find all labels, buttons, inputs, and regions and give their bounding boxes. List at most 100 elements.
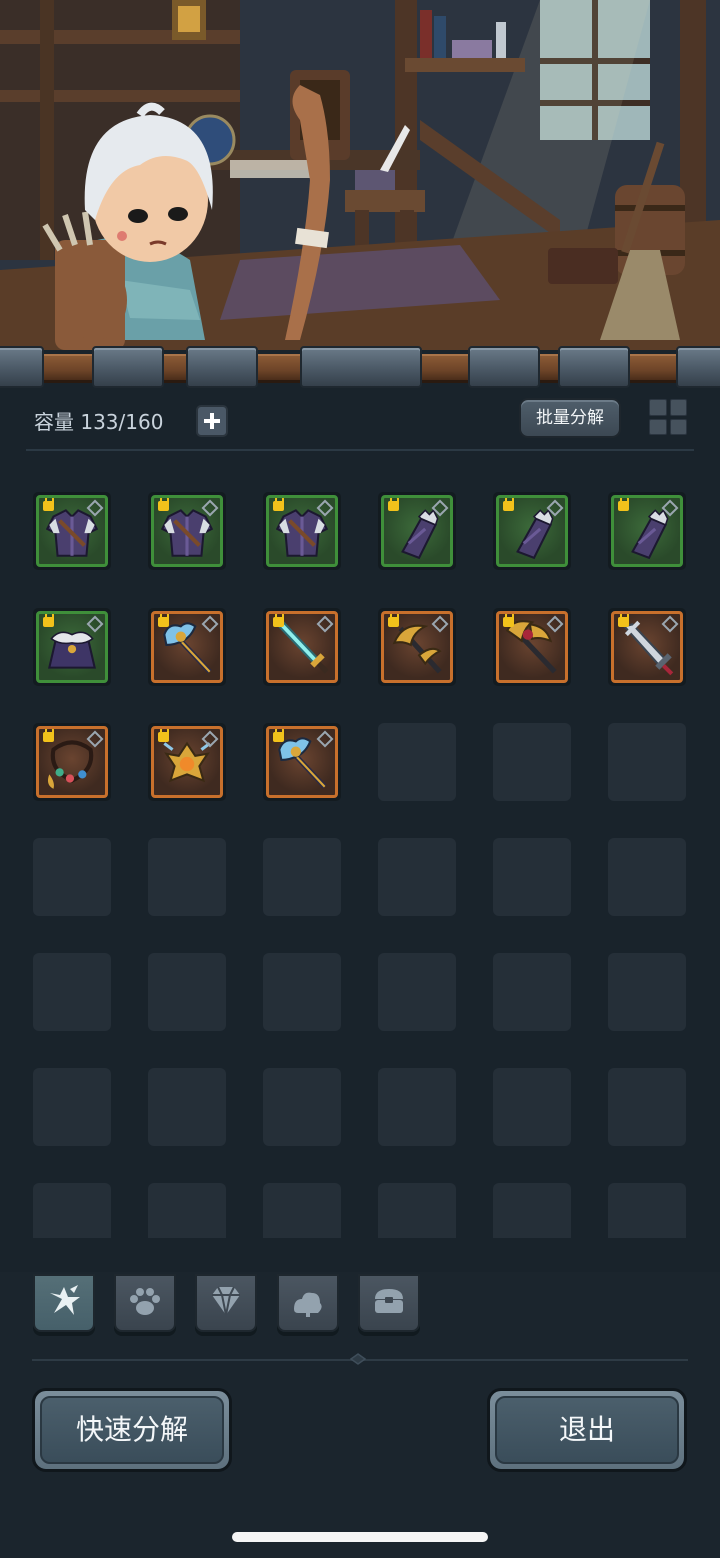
tab-materials[interactable] [277,1274,339,1332]
inventory-item[interactable] [148,608,226,686]
lock-icon [503,498,514,511]
empty-slot[interactable] [263,838,341,916]
inventory-item[interactable] [263,492,341,570]
inventory-grid [0,458,720,1238]
empty-slot[interactable] [608,1068,686,1146]
lock-icon [43,498,54,511]
empty-slot[interactable] [33,953,111,1031]
item-frame [381,611,453,683]
empty-slot[interactable] [148,1068,226,1146]
lock-icon [618,614,629,627]
lock-icon [43,614,54,627]
weapon-burst-icon [50,1285,80,1315]
empty-slot[interactable] [378,1183,456,1238]
empty-slot[interactable] [378,1068,456,1146]
inventory-item[interactable] [33,608,111,686]
lock-icon [388,614,399,627]
inventory-item[interactable] [378,608,456,686]
item-frame [36,495,108,567]
inventory-item[interactable] [493,608,571,686]
inventory-item[interactable] [33,723,111,801]
empty-slot[interactable] [148,838,226,916]
tab-gems[interactable] [195,1274,257,1332]
inventory-item[interactable] [608,492,686,570]
empty-slot[interactable] [608,838,686,916]
lock-icon [388,498,399,511]
item-frame [151,726,223,798]
empty-slot[interactable] [263,1068,341,1146]
lock-icon [158,614,169,627]
empty-slot[interactable] [493,723,571,801]
empty-slot[interactable] [148,1183,226,1238]
lock-icon [273,498,284,511]
ledge-stone [92,346,164,388]
batch-decompose-button[interactable]: 批量分解 [519,398,621,438]
lock-icon [273,729,284,742]
diamond-icon [212,1286,240,1316]
item-frame [611,611,683,683]
scene-illustration [0,0,720,350]
empty-slot[interactable] [378,953,456,1031]
empty-slot[interactable] [33,838,111,916]
empty-slot[interactable] [33,1183,111,1238]
item-frame [151,495,223,567]
item-frame [381,495,453,567]
header-divider [26,449,694,451]
inventory-item[interactable] [608,608,686,686]
inventory-item[interactable] [493,492,571,570]
empty-slot[interactable] [263,953,341,1031]
inventory-item[interactable] [263,608,341,686]
divider-ornament-icon [350,1353,366,1365]
empty-slot[interactable] [608,953,686,1031]
empty-slot[interactable] [493,1183,571,1238]
exit-label: 退出 [495,1396,679,1464]
stone-ledge [0,342,720,388]
quick-decompose-button[interactable]: 快速分解 [32,1388,232,1472]
item-frame [36,611,108,683]
item-frame [496,611,568,683]
inventory-item[interactable] [263,723,341,801]
tab-chests[interactable] [358,1274,420,1332]
empty-slot[interactable] [608,723,686,801]
item-frame [36,726,108,798]
item-frame [266,726,338,798]
lock-icon [503,614,514,627]
exit-button[interactable]: 退出 [487,1388,687,1472]
item-frame [266,495,338,567]
empty-slot[interactable] [148,953,226,1031]
grid-view-icon [649,399,667,416]
item-frame [496,495,568,567]
empty-slot[interactable] [493,1068,571,1146]
grid-view-button[interactable] [649,399,687,435]
empty-slot[interactable] [493,838,571,916]
item-frame [151,611,223,683]
item-frame [266,611,338,683]
lock-icon [158,729,169,742]
ledge-stone [300,346,422,388]
empty-slot[interactable] [378,723,456,801]
lock-icon [43,729,54,742]
empty-slot[interactable] [493,953,571,1031]
ledge-stone [676,346,720,388]
inventory-item[interactable] [33,492,111,570]
empty-slot[interactable] [378,838,456,916]
lock-icon [158,498,169,511]
home-indicator[interactable] [232,1532,488,1542]
ledge-stone [0,346,44,388]
inventory-item[interactable] [148,723,226,801]
ledge-stone [558,346,630,388]
lock-icon [618,498,629,511]
empty-slot[interactable] [608,1183,686,1238]
ledge-stone [186,346,258,388]
expand-capacity-button[interactable] [196,405,228,437]
item-frame [611,495,683,567]
lock-icon [273,614,284,627]
inventory-item[interactable] [378,492,456,570]
empty-slot[interactable] [33,1068,111,1146]
quick-decompose-label: 快速分解 [40,1396,224,1464]
tab-pets[interactable] [114,1274,176,1332]
paw-icon [130,1288,160,1315]
inventory-item[interactable] [148,492,226,570]
tab-weapons[interactable] [33,1274,95,1332]
empty-slot[interactable] [263,1183,341,1238]
